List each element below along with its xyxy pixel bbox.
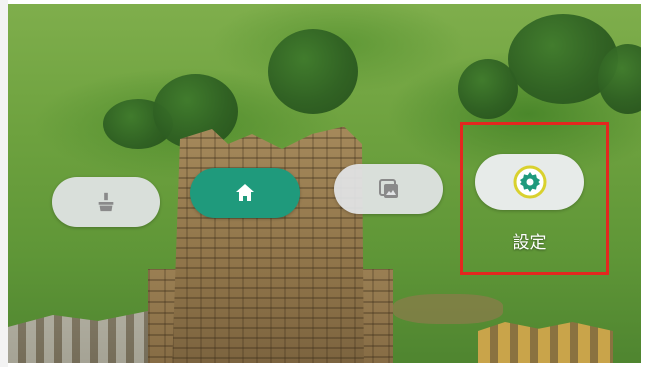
dirt-path xyxy=(393,294,503,324)
broom-icon xyxy=(95,191,117,213)
home-button[interactable] xyxy=(190,168,300,218)
clean-button[interactable] xyxy=(52,177,160,227)
gallery-button[interactable] xyxy=(334,164,443,214)
gallery-icon xyxy=(377,177,401,201)
stone-rubble-left xyxy=(8,309,158,363)
stone-rubble-right xyxy=(478,322,613,363)
home-icon xyxy=(233,181,257,205)
highlight-box xyxy=(460,122,609,275)
left-border xyxy=(0,0,8,367)
tree xyxy=(268,29,358,114)
stone-tower xyxy=(172,126,364,363)
